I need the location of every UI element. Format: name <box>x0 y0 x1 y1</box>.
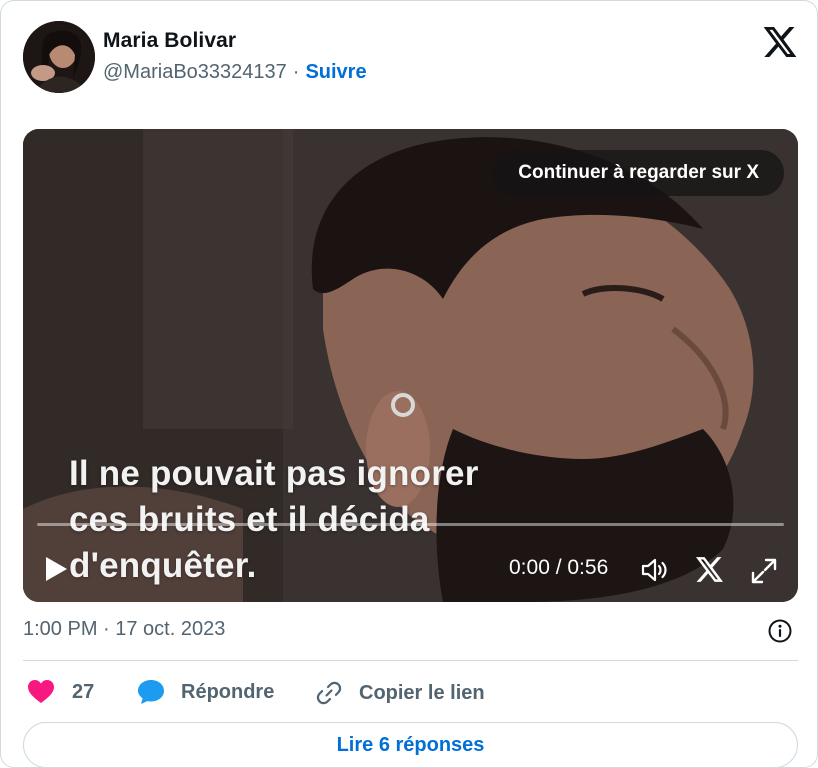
subtitle-line-3: d'enquêter. <box>69 546 257 585</box>
play-icon[interactable] <box>43 555 69 583</box>
video-subtitles: Il ne pouvait pas ignorer ces bruits et … <box>69 451 479 589</box>
avatar-image <box>23 21 95 93</box>
like-button[interactable]: 27 <box>27 679 94 705</box>
heart-icon <box>28 680 54 703</box>
reply-label: Répondre <box>181 680 275 703</box>
avatar[interactable] <box>23 21 95 93</box>
tweet-embed-card: Maria Bolivar @MariaBo33324137·Suivre <box>0 0 818 768</box>
handle-separator: · <box>292 61 300 83</box>
read-replies-button[interactable]: Lire 6 réponses <box>23 722 798 768</box>
subtitle-line-1: Il ne pouvait pas ignorer <box>69 454 479 493</box>
volume-icon[interactable] <box>640 556 670 584</box>
expand-icon[interactable] <box>750 557 778 585</box>
video-player[interactable]: Continuer à regarder sur X Il ne pouvait… <box>23 129 798 602</box>
author-display-name[interactable]: Maria Bolivar <box>103 29 236 53</box>
video-time: 0:00 / 0:56 <box>509 556 609 579</box>
like-count: 27 <box>72 680 95 703</box>
follow-button[interactable]: Suivre <box>305 61 366 83</box>
copy-link-label: Copier le lien <box>359 681 485 704</box>
continue-watching-button[interactable]: Continuer à regarder sur X <box>493 150 784 196</box>
link-icon <box>316 681 342 705</box>
progress-bar[interactable] <box>37 523 784 526</box>
info-icon[interactable] <box>767 618 793 644</box>
x-logo-icon[interactable] <box>696 557 723 583</box>
copy-link-button[interactable]: Copier le lien <box>315 679 485 707</box>
author-handle-line: @MariaBo33324137 · Suivre <box>103 61 367 84</box>
x-logo-icon[interactable] <box>763 27 797 57</box>
subtitle-line-2: ces bruits et il décida <box>69 500 430 539</box>
divider <box>23 660 798 661</box>
speech-bubble-icon <box>138 680 164 704</box>
author-handle[interactable]: @MariaBo33324137 <box>103 61 287 83</box>
reply-button[interactable]: Répondre <box>137 679 274 705</box>
tweet-timestamp[interactable]: 1:00 PM · 17 oct. 2023 <box>23 618 225 641</box>
